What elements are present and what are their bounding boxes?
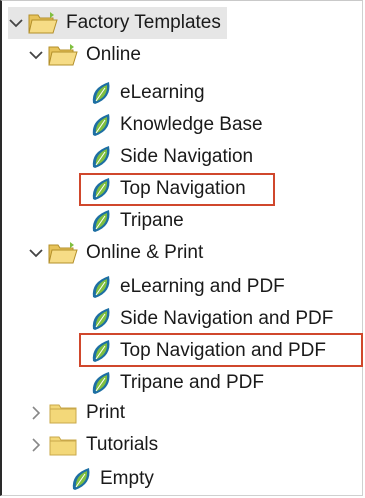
template-leaf-icon: [90, 370, 112, 396]
template-leaf-icon: [90, 176, 112, 202]
chevron-right-icon[interactable]: [28, 405, 44, 421]
tree-item-elearning-and-pdf[interactable]: eLearning and PDF: [90, 271, 285, 303]
folder-open-icon: [48, 43, 78, 67]
tree-item-tripane-and-pdf[interactable]: Tripane and PDF: [90, 367, 264, 399]
template-tree-panel: Factory Templates Online eLearning Knowl…: [0, 0, 363, 496]
tree-item-elearning[interactable]: eLearning: [90, 77, 205, 109]
tree-item-label: Top Navigation and PDF: [120, 340, 326, 361]
tree-node-label: Tutorials: [86, 434, 159, 455]
template-leaf-icon: [90, 80, 112, 106]
tree-item-top-navigation-and-pdf[interactable]: Top Navigation and PDF: [90, 335, 326, 367]
tree-item-label: Side Navigation and PDF: [120, 308, 334, 329]
chevron-down-icon[interactable]: [28, 47, 44, 63]
tree-item-empty[interactable]: Empty: [70, 463, 154, 495]
tree-node-online[interactable]: Online: [28, 39, 141, 71]
chevron-down-icon[interactable]: [8, 15, 24, 31]
folder-open-icon: [48, 241, 78, 265]
template-leaf-icon: [90, 274, 112, 300]
tree-node-factory-templates[interactable]: Factory Templates: [8, 7, 227, 39]
chevron-right-icon[interactable]: [28, 437, 44, 453]
tree-item-side-navigation-and-pdf[interactable]: Side Navigation and PDF: [90, 303, 333, 335]
tree-node-label: Online & Print: [86, 242, 204, 263]
tree-item-label: eLearning: [120, 82, 205, 103]
tree-item-label: Side Navigation: [120, 146, 254, 167]
tree-item-knowledge-base[interactable]: Knowledge Base: [90, 109, 263, 141]
tree-item-top-navigation[interactable]: Top Navigation: [90, 173, 246, 205]
tree-node-online-print[interactable]: Online & Print: [28, 237, 203, 269]
tree-node-label: Online: [86, 44, 141, 65]
tree-node-label: Factory Templates: [66, 12, 221, 33]
template-leaf-icon: [90, 144, 112, 170]
template-leaf-icon: [90, 306, 112, 332]
template-leaf-icon: [90, 112, 112, 138]
tree-item-label: Top Navigation: [120, 178, 246, 199]
folder-open-icon: [28, 11, 58, 35]
tree-item-label: eLearning and PDF: [120, 276, 285, 297]
tree-item-label: Knowledge Base: [120, 114, 263, 135]
tree-item-label: Tripane: [120, 210, 184, 231]
tree-item-tripane[interactable]: Tripane: [90, 205, 184, 237]
tree-node-label: Print: [86, 402, 126, 423]
template-leaf-icon: [90, 338, 112, 364]
tree-node-print[interactable]: Print: [28, 397, 125, 429]
template-leaf-icon: [90, 208, 112, 234]
tree-node-tutorials[interactable]: Tutorials: [28, 429, 158, 461]
folder-closed-icon: [48, 433, 78, 457]
tree-item-label: Tripane and PDF: [120, 372, 264, 393]
tree-item-side-navigation[interactable]: Side Navigation: [90, 141, 253, 173]
chevron-down-icon[interactable]: [28, 245, 44, 261]
tree-item-label: Empty: [100, 468, 154, 489]
folder-closed-icon: [48, 401, 78, 425]
template-leaf-icon: [70, 466, 92, 492]
